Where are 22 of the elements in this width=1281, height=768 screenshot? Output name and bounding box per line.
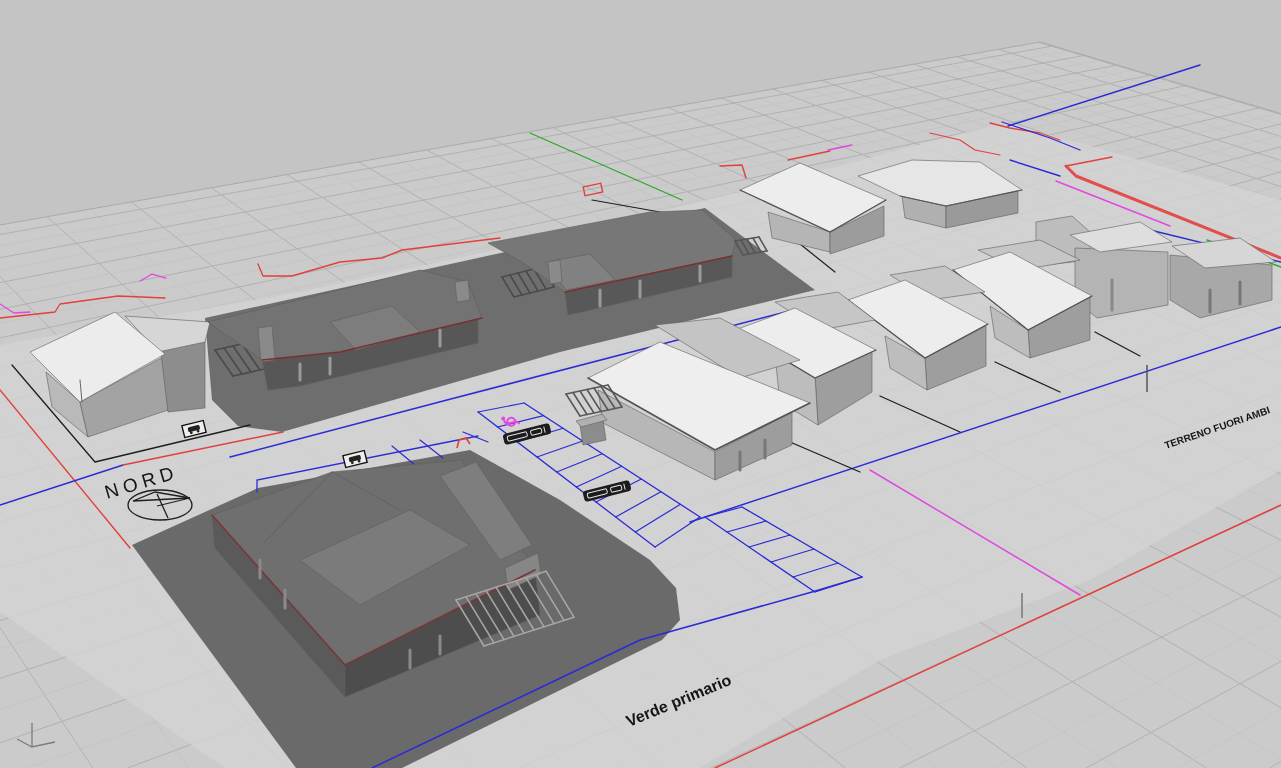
property-line — [719, 164, 747, 179]
wheelchair-icon — [501, 416, 521, 427]
entrance-kiosk — [575, 413, 608, 446]
utility-line — [929, 132, 1001, 156]
axis-icon — [16, 722, 56, 748]
lot-outline — [994, 361, 1061, 393]
marker-icon — [456, 437, 471, 449]
car-icon — [181, 419, 207, 439]
utility-line — [1009, 159, 1061, 177]
car-icon — [582, 479, 632, 503]
utility-line — [139, 273, 167, 282]
utility-line — [827, 144, 853, 151]
marker-icon — [582, 182, 604, 197]
pergola — [565, 384, 623, 417]
utility-line — [0, 303, 31, 314]
lot-outline — [1094, 331, 1141, 357]
car-icon — [502, 422, 552, 446]
pergola — [734, 236, 768, 256]
property-line — [787, 150, 831, 161]
compass-label: NORD — [102, 461, 181, 503]
car-icon — [342, 449, 368, 469]
lot-outline — [799, 243, 836, 273]
